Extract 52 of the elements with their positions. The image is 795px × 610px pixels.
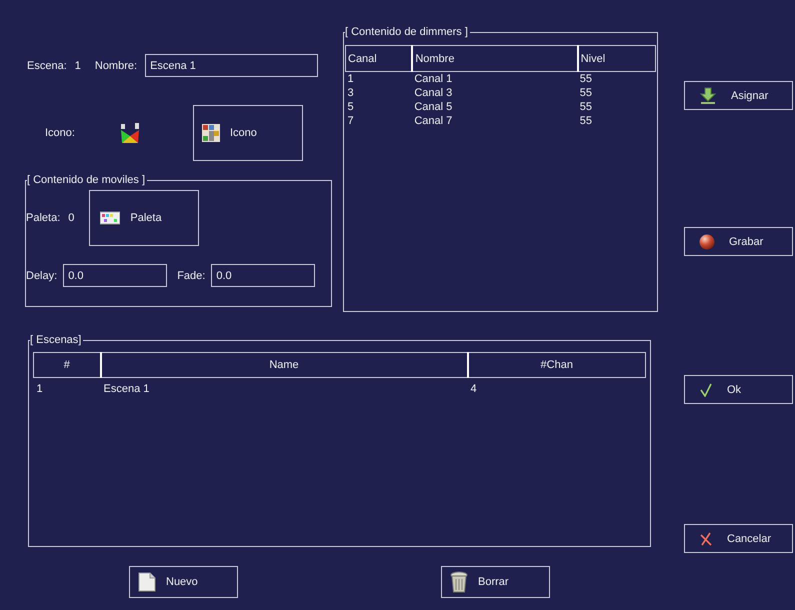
column-header[interactable]: #Chan: [468, 352, 646, 378]
table-cell: Canal 5: [414, 101, 452, 113]
table-cell: 5: [348, 101, 354, 113]
table-cell: 3: [348, 87, 354, 99]
new-button[interactable]: Nuevo: [129, 566, 238, 598]
scene-number: 1: [74, 60, 81, 72]
check-icon: [699, 382, 713, 396]
assign-button[interactable]: Asignar: [684, 81, 793, 110]
download-arrow-icon: [699, 86, 717, 104]
close-icon: [699, 532, 713, 546]
palette-icon: [100, 211, 120, 225]
column-header[interactable]: Nombre: [412, 46, 578, 72]
table-cell: Escena 1: [104, 383, 150, 395]
column-header[interactable]: Canal: [346, 46, 412, 72]
name-field[interactable]: Escena 1: [145, 54, 318, 77]
table-cell: Canal 3: [414, 87, 452, 99]
table-cell: Canal 1: [414, 73, 452, 85]
table-cell: 55: [580, 87, 592, 99]
record-button[interactable]: Grabar: [684, 227, 793, 256]
cancel-button[interactable]: Cancelar: [684, 524, 793, 553]
group-title: [ Contenido de moviles ]: [27, 173, 148, 187]
icon-label: Icono:: [45, 127, 75, 139]
column-header[interactable]: #: [34, 352, 100, 378]
delete-button[interactable]: Borrar: [441, 566, 550, 598]
fade-label: Fade:: [177, 270, 206, 282]
ok-button[interactable]: Ok: [684, 375, 793, 404]
icon-button[interactable]: Icono: [192, 105, 303, 161]
document-icon: [138, 572, 156, 592]
palette-button[interactable]: Paleta: [89, 190, 200, 246]
column-header[interactable]: Nivel: [578, 46, 656, 72]
table-cell: 7: [348, 115, 354, 127]
palette-value: 0: [68, 212, 74, 224]
table-cell: Canal 7: [414, 115, 452, 127]
table-cell: 55: [580, 101, 592, 113]
fade-field[interactable]: 0.0: [211, 264, 316, 287]
spotlights-icon: [118, 122, 141, 144]
name-label: Nombre:: [94, 60, 138, 72]
scene-label: Escena:: [27, 60, 67, 72]
table-cell: 1: [348, 73, 354, 85]
delay-field[interactable]: 0.0: [63, 264, 168, 287]
group-title: [ Escenas]: [30, 333, 84, 347]
record-icon: [699, 234, 715, 250]
column-header[interactable]: Name: [100, 352, 468, 378]
group-title: [ Contenido de dimmers ]: [345, 25, 470, 39]
grid-icon: [202, 124, 220, 142]
palette-label: Paleta:: [26, 212, 60, 224]
delay-label: Delay:: [26, 270, 58, 282]
table-cell: 4: [470, 383, 477, 395]
table-cell: 55: [580, 73, 592, 85]
table-cell: 1: [36, 383, 43, 395]
table-cell: 55: [580, 115, 592, 127]
trash-icon: [450, 571, 468, 593]
